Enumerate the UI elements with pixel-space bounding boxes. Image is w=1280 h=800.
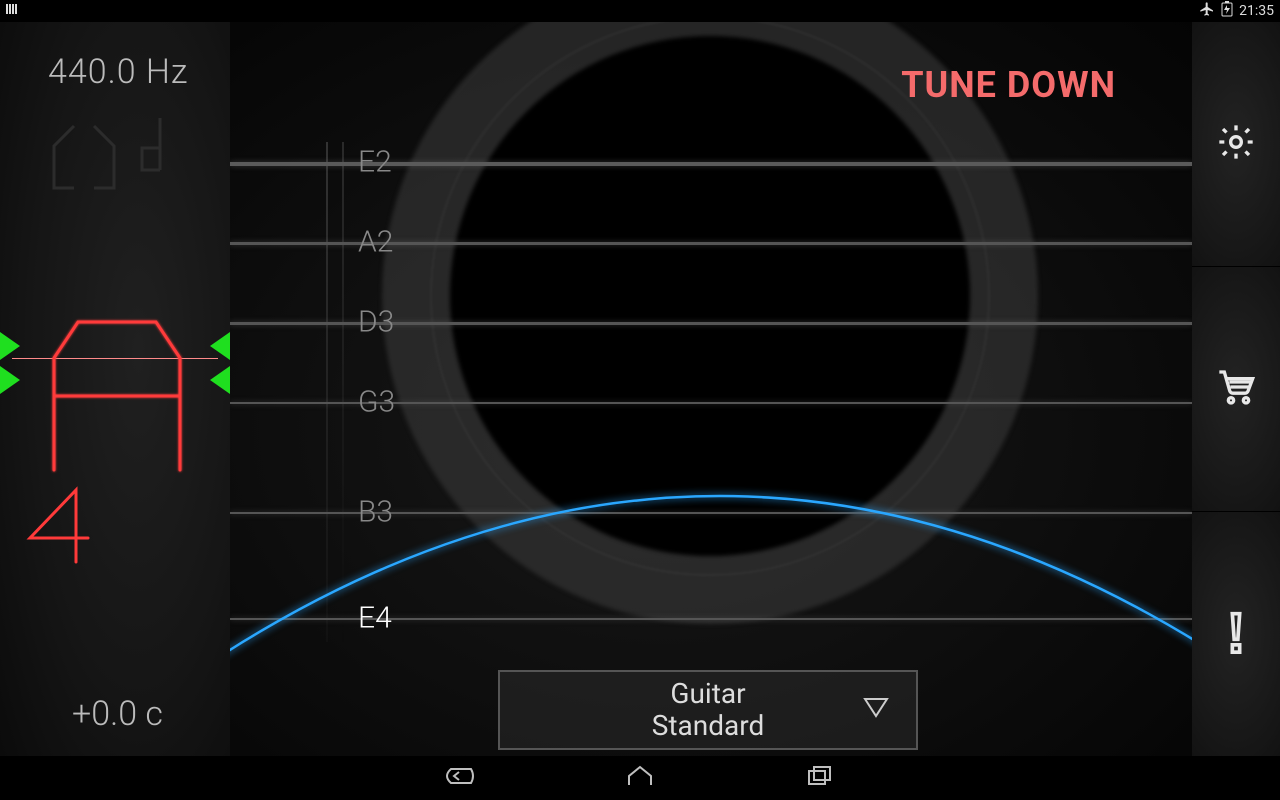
- gear-icon: [1216, 122, 1256, 166]
- tuning-preset-selector[interactable]: Guitar Standard: [498, 670, 918, 750]
- battery-charging-icon: [1221, 1, 1233, 21]
- string-label: E2: [358, 145, 392, 180]
- tuning-line1: Guitar: [670, 677, 745, 710]
- string-label: B3: [358, 495, 393, 530]
- gauge-marker-icon: [210, 332, 230, 360]
- android-nav-bar: [0, 756, 1280, 800]
- nut-line: [342, 142, 344, 642]
- string-label: D3: [358, 305, 394, 340]
- recents-button[interactable]: [805, 763, 835, 793]
- cents-offset: +0.0 c: [72, 694, 163, 734]
- fretboard-area: E2 A2 D3 G3 B3 E4 TUNE DOWN Guitar Stand…: [230, 22, 1192, 756]
- ghost-note-background: [30, 92, 210, 216]
- nut-line: [326, 142, 328, 642]
- soundhole: [450, 36, 970, 556]
- exclamation-icon: [1221, 610, 1251, 658]
- string-label: G3: [358, 385, 395, 420]
- gauge-marker-icon: [210, 366, 230, 394]
- alert-button[interactable]: [1192, 511, 1280, 756]
- right-toolbar: [1192, 22, 1280, 756]
- tuning-preset-label: Guitar Standard: [652, 678, 765, 742]
- detected-note-octave: [22, 484, 102, 568]
- settings-button[interactable]: [1192, 22, 1280, 266]
- home-button[interactable]: [625, 763, 655, 793]
- string-label: A2: [358, 225, 393, 260]
- back-button[interactable]: [445, 763, 475, 793]
- cents-gauge: [0, 302, 230, 562]
- detected-note-letter: [26, 304, 210, 480]
- airplane-mode-icon: [1199, 1, 1215, 21]
- android-status-bar: 21:35: [0, 0, 1280, 22]
- tuning-instruction: TUNE DOWN: [901, 64, 1116, 106]
- pitch-gauge-panel: 440.0 Hz: [0, 22, 230, 756]
- cart-icon: [1215, 367, 1257, 411]
- tuning-line2: Standard: [652, 709, 765, 742]
- reference-frequency[interactable]: 440.0 Hz: [48, 52, 188, 92]
- gauge-marker-icon: [0, 332, 20, 360]
- string-label-active: E4: [358, 601, 392, 636]
- store-button[interactable]: [1192, 266, 1280, 511]
- signal-icon: [6, 2, 20, 20]
- gauge-marker-icon: [0, 366, 20, 394]
- chevron-down-icon: [862, 696, 890, 724]
- status-time: 21:35: [1239, 3, 1274, 19]
